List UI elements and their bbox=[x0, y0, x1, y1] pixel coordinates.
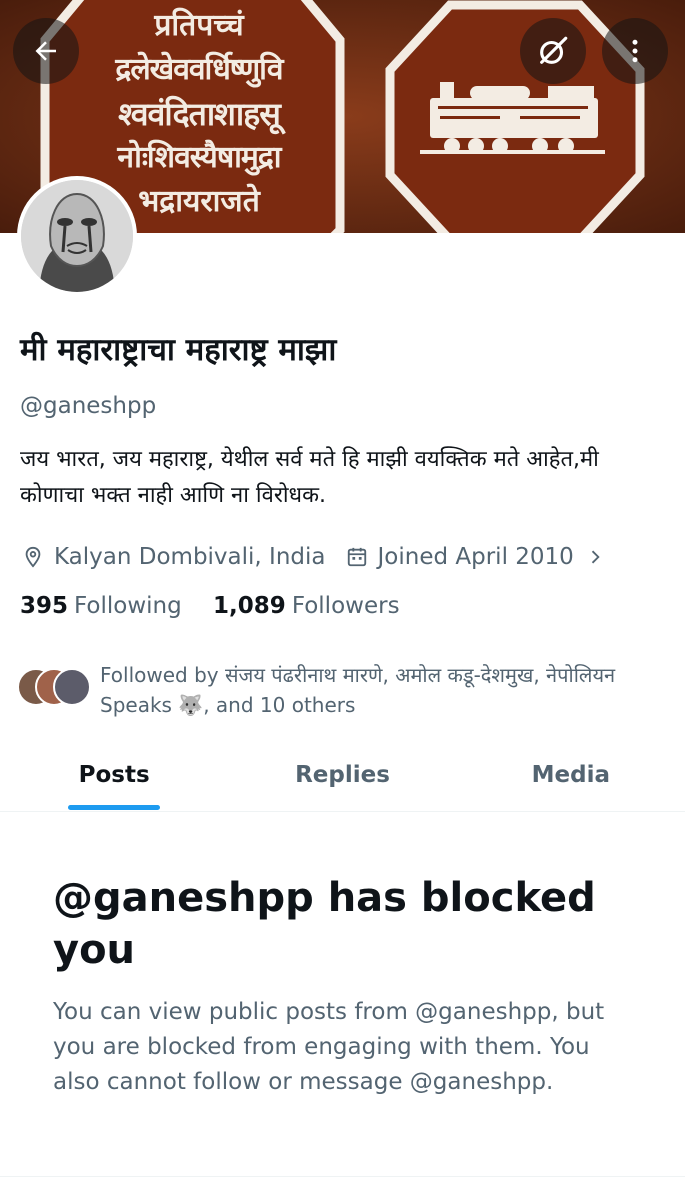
tab-label: Replies bbox=[295, 762, 390, 788]
display-name: मी महाराष्ट्राचा महाराष्ट्र माझा bbox=[20, 332, 337, 368]
blocked-title: @ganeshpp has blocked you bbox=[53, 875, 596, 973]
tab-media[interactable]: Media bbox=[457, 740, 685, 810]
location: Kalyan Dombivali, India bbox=[20, 544, 326, 570]
avatar-image bbox=[21, 180, 133, 292]
profile-avatar[interactable] bbox=[17, 176, 137, 296]
joined-text: Joined April 2010 bbox=[377, 544, 574, 570]
tab-replies[interactable]: Replies bbox=[228, 740, 456, 810]
arrow-left-icon bbox=[35, 41, 56, 61]
follow-stats: 395 Following 1,089 Followers bbox=[20, 593, 424, 619]
joined-date[interactable]: Joined April 2010 bbox=[344, 544, 616, 570]
seal-line: नोःशिवस्यैषामुद्रा bbox=[117, 140, 281, 175]
avatar bbox=[53, 668, 91, 706]
tab-label: Media bbox=[531, 762, 610, 788]
calendar-icon bbox=[344, 544, 370, 570]
active-tab-indicator bbox=[68, 805, 161, 810]
followed-by-text: Followed by संजय पंढरीनाथ मारणे, अमोल कड… bbox=[100, 663, 616, 717]
more-vertical-icon bbox=[632, 39, 638, 63]
following-label: Following bbox=[74, 593, 182, 619]
profile-meta: Kalyan Dombivali, India Joined April 201… bbox=[20, 540, 634, 574]
tab-posts[interactable]: Posts bbox=[0, 740, 228, 810]
profile-tabs: Posts Replies Media bbox=[0, 740, 685, 812]
divider bbox=[0, 1176, 685, 1177]
grok-button[interactable] bbox=[520, 18, 586, 84]
followed-by[interactable]: Followed by संजय पंढरीनाथ मारणे, अमोल कड… bbox=[17, 660, 677, 720]
back-button[interactable] bbox=[13, 18, 79, 84]
followers-count: 1,089 bbox=[213, 593, 286, 619]
chevron-right-icon bbox=[582, 544, 608, 570]
following-count: 395 bbox=[20, 593, 69, 619]
more-button[interactable] bbox=[602, 18, 668, 84]
bio: जय भारत, जय महाराष्ट्र, येथील सर्व मते ह… bbox=[20, 447, 599, 508]
avatar bbox=[21, 180, 133, 292]
handle: @ganeshpp bbox=[20, 393, 157, 419]
followers-link[interactable]: 1,089 Followers bbox=[213, 593, 400, 619]
tab-label: Posts bbox=[78, 762, 150, 788]
blocked-description: You can view public posts from @ganeshpp… bbox=[53, 999, 605, 1095]
followers-label: Followers bbox=[291, 593, 400, 619]
seal-line: प्रतिपच्चं bbox=[154, 8, 244, 43]
location-pin-icon bbox=[20, 544, 46, 570]
following-link[interactable]: 395 Following bbox=[20, 593, 182, 619]
seal-line: श्ववंदिताशाहसू bbox=[118, 95, 281, 133]
follower-avatars bbox=[17, 668, 97, 708]
location-text: Kalyan Dombivali, India bbox=[54, 544, 326, 570]
seal-line: द्रलेखेववर्धिष्णुवि bbox=[115, 52, 283, 87]
grok-icon bbox=[540, 36, 568, 64]
